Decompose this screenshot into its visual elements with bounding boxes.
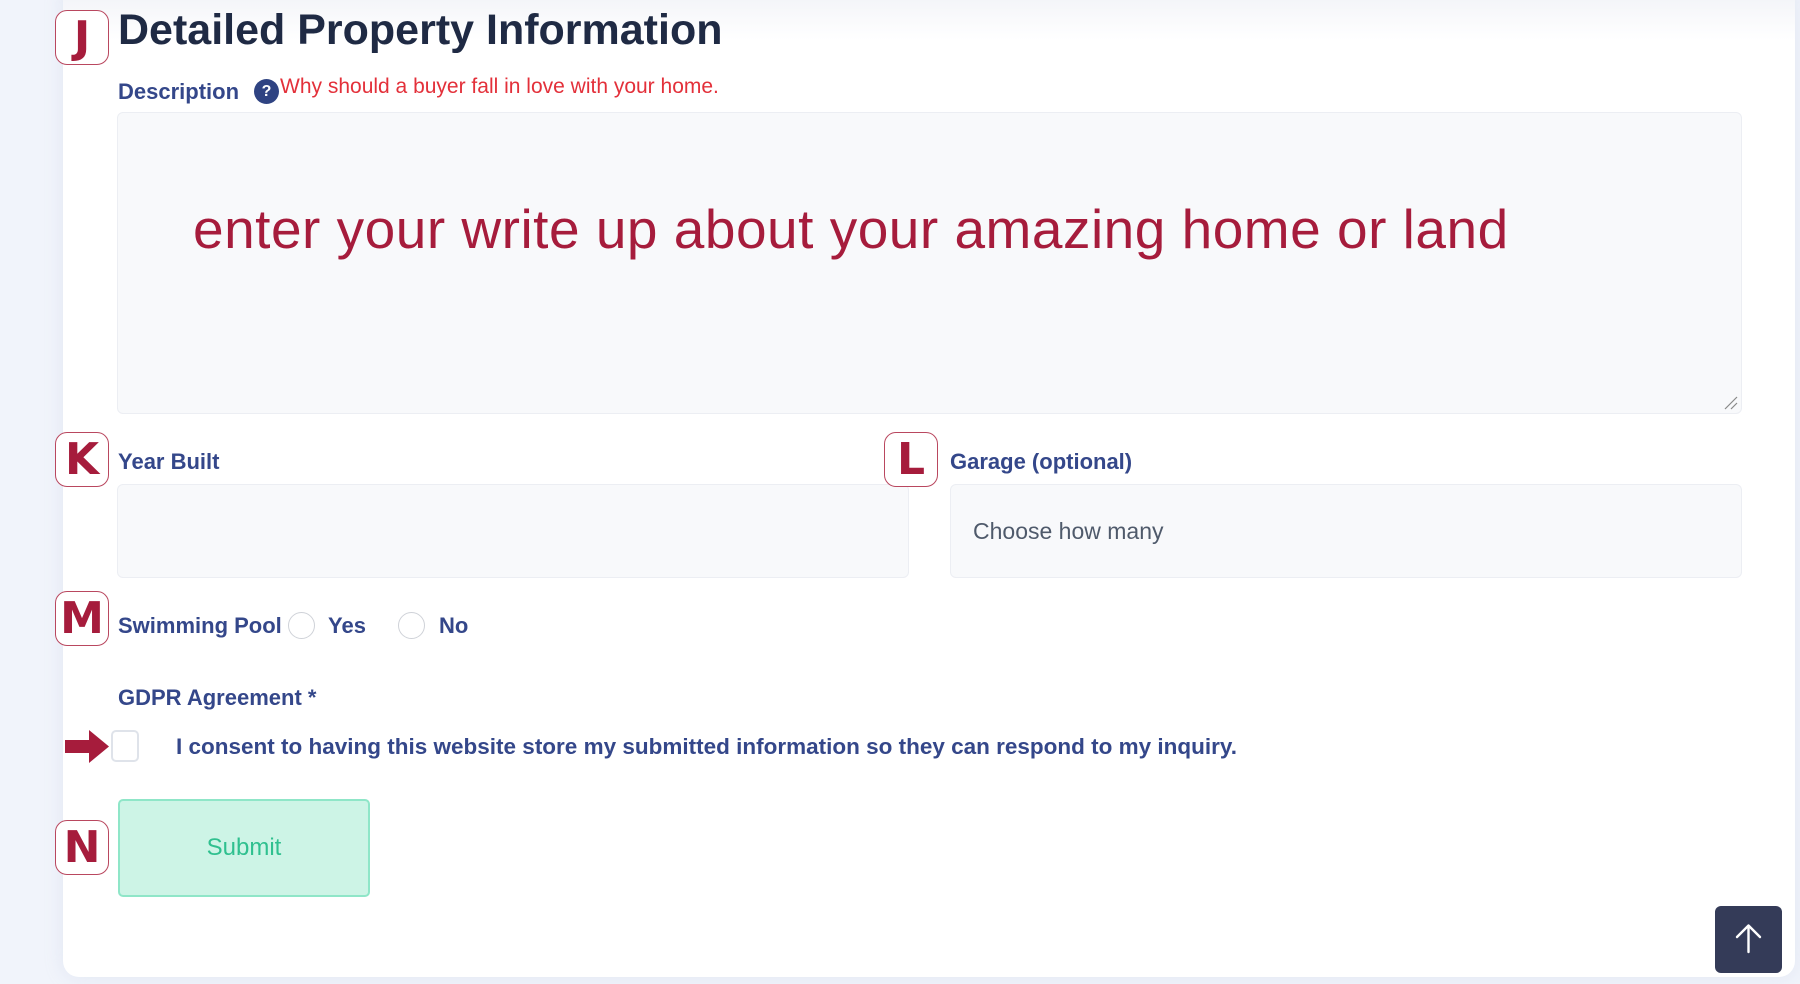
gdpr-consent-checkbox[interactable] <box>111 730 139 762</box>
year-built-input[interactable] <box>117 484 909 578</box>
gdpr-consent-text[interactable]: I consent to having this website store m… <box>176 734 1237 760</box>
pool-no-label[interactable]: No <box>439 613 468 639</box>
resize-grip-icon[interactable] <box>1724 396 1738 410</box>
gdpr-label: GDPR Agreement * <box>118 685 317 710</box>
year-built-label: Year Built <box>118 449 220 474</box>
description-label: Description <box>118 79 240 104</box>
description-textarea[interactable]: enter your write up about your amazing h… <box>117 112 1742 414</box>
annotation-badge-n: N <box>55 820 109 875</box>
pool-yes-label[interactable]: Yes <box>328 613 366 639</box>
arrow-right-icon <box>65 730 109 763</box>
submit-button[interactable]: Submit <box>118 799 370 897</box>
help-icon[interactable]: ? <box>254 79 279 104</box>
pool-yes-radio[interactable] <box>288 612 315 639</box>
arrow-up-icon <box>1735 924 1762 954</box>
pool-no-radio[interactable] <box>398 612 425 639</box>
annotation-badge-k: K <box>55 432 109 487</box>
scroll-to-top-button[interactable] <box>1715 906 1782 973</box>
garage-label: Garage (optional) <box>950 449 1133 474</box>
section-title: Detailed Property Information <box>118 6 723 54</box>
swimming-pool-label: Swimming Pool <box>118 613 282 638</box>
annotation-badge-m: M <box>55 591 109 646</box>
description-help-text: Why should a buyer fall in love with you… <box>280 75 719 98</box>
description-placeholder: enter your write up about your amazing h… <box>193 198 1509 260</box>
garage-select[interactable]: Choose how many <box>950 484 1742 578</box>
annotation-badge-j: J <box>55 10 109 65</box>
annotation-badge-l: L <box>884 432 938 487</box>
garage-selected-value: Choose how many <box>973 518 1164 544</box>
